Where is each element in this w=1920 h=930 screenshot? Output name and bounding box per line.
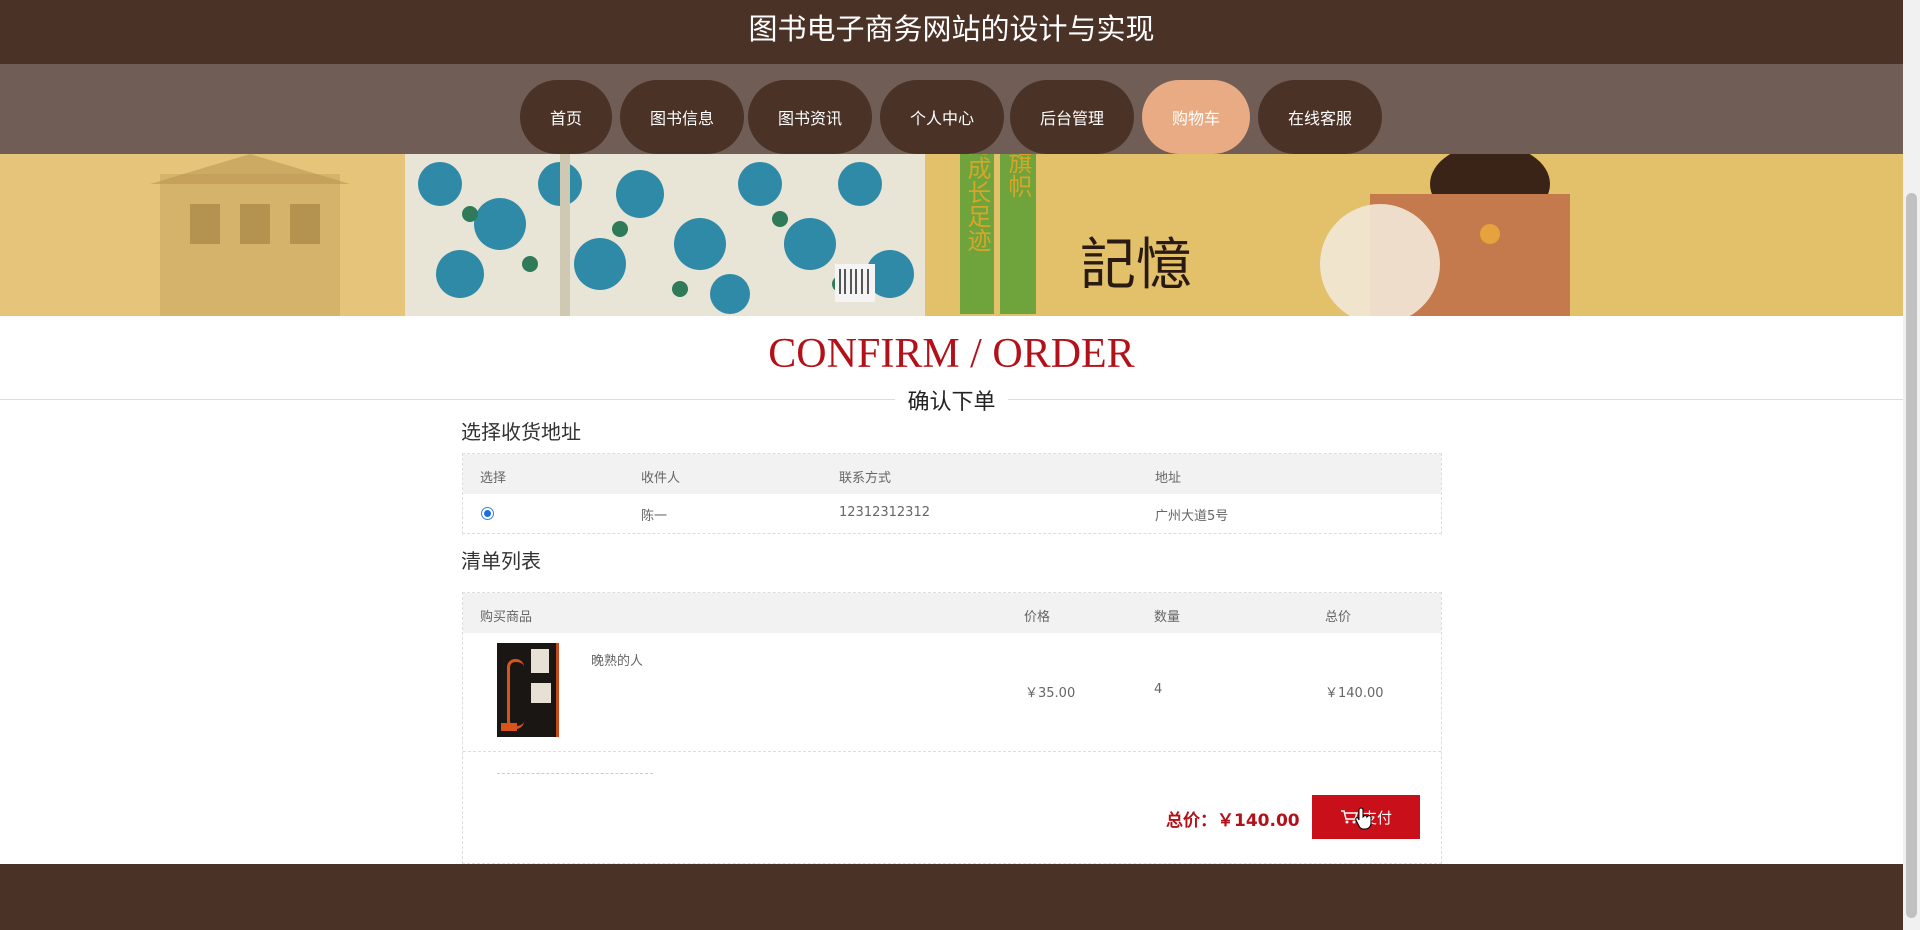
site-title: 图书电子商务网站的设计与实现: [0, 0, 1903, 64]
banner-text-calligraphy: 記憶: [1080, 233, 1192, 298]
product-quantity: 4: [1154, 682, 1163, 697]
col-price: 价格: [1024, 610, 1051, 625]
col-product: 购买商品: [480, 610, 533, 625]
nav-item-cart[interactable]: 购物车: [1142, 80, 1250, 154]
cart-item-row: 晚熟的人 ￥35.00 4 ￥140.00: [463, 633, 1441, 752]
address-table: 选择 收件人 联系方式 地址 陈一 12312312312 广州大道5号: [462, 453, 1442, 534]
recipient-name: 陈一: [641, 509, 668, 524]
col-address: 地址: [1155, 471, 1182, 486]
page-title-en: CONFIRM / ORDER: [768, 331, 1135, 377]
col-select: 选择: [480, 471, 507, 486]
address-section-title: 选择收货地址: [461, 420, 581, 444]
dotted-separator: [497, 773, 653, 774]
page-title-cn: 确认下单: [895, 390, 1008, 415]
footer: [0, 864, 1903, 930]
order-total: 总价：￥140.00: [1166, 806, 1300, 831]
banner-image: 的成长足迹 旗帜 記憶: [0, 154, 1903, 316]
banner-text-vertical-1: 的成长足迹: [963, 154, 991, 252]
nav-item-user-center[interactable]: 个人中心: [880, 80, 1004, 154]
scrollbar-thumb[interactable]: [1906, 193, 1917, 918]
address-radio[interactable]: [481, 507, 494, 520]
page-title-cn-wrap: 确认下单: [0, 384, 1903, 416]
hand-cursor-icon: [1355, 807, 1372, 830]
nav-item-book-info[interactable]: 图书信息: [620, 80, 744, 154]
nav-item-home[interactable]: 首页: [520, 80, 612, 154]
book-cover-image[interactable]: [497, 643, 559, 737]
total-label: 总价：: [1166, 811, 1217, 831]
nav-item-online-service[interactable]: 在线客服: [1258, 80, 1382, 154]
product-name[interactable]: 晚熟的人: [591, 650, 643, 669]
nav-wrap: 首页 图书信息 图书资讯 个人中心 后台管理 购物车 在线客服: [520, 80, 1480, 154]
banner-illustration: 的成长足迹 旗帜 記憶: [0, 154, 1903, 316]
col-quantity: 数量: [1154, 610, 1181, 625]
cart-table-header: 购买商品 价格 数量 总价: [463, 593, 1441, 633]
main-nav: 首页 图书信息 图书资讯 个人中心 后台管理 购物车 在线客服: [0, 64, 1903, 154]
address-table-header: 选择 收件人 联系方式 地址: [463, 454, 1441, 494]
cart-section-title: 清单列表: [461, 549, 541, 573]
nav-item-book-news[interactable]: 图书资讯: [748, 80, 872, 154]
recipient-phone: 12312312312: [839, 505, 930, 520]
nav-item-admin[interactable]: 后台管理: [1010, 80, 1134, 154]
col-total: 总价: [1325, 610, 1352, 625]
recipient-address: 广州大道5号: [1155, 509, 1229, 524]
col-recipient: 收件人: [641, 471, 681, 486]
address-row[interactable]: 陈一 12312312312 广州大道5号: [463, 494, 1441, 532]
col-phone: 联系方式: [839, 471, 892, 486]
product-price: ￥35.00: [1025, 686, 1076, 701]
total-value: ￥140.00: [1217, 811, 1300, 831]
banner-text-vertical-2: 旗帜: [1004, 154, 1032, 198]
product-total: ￥140.00: [1325, 686, 1384, 701]
